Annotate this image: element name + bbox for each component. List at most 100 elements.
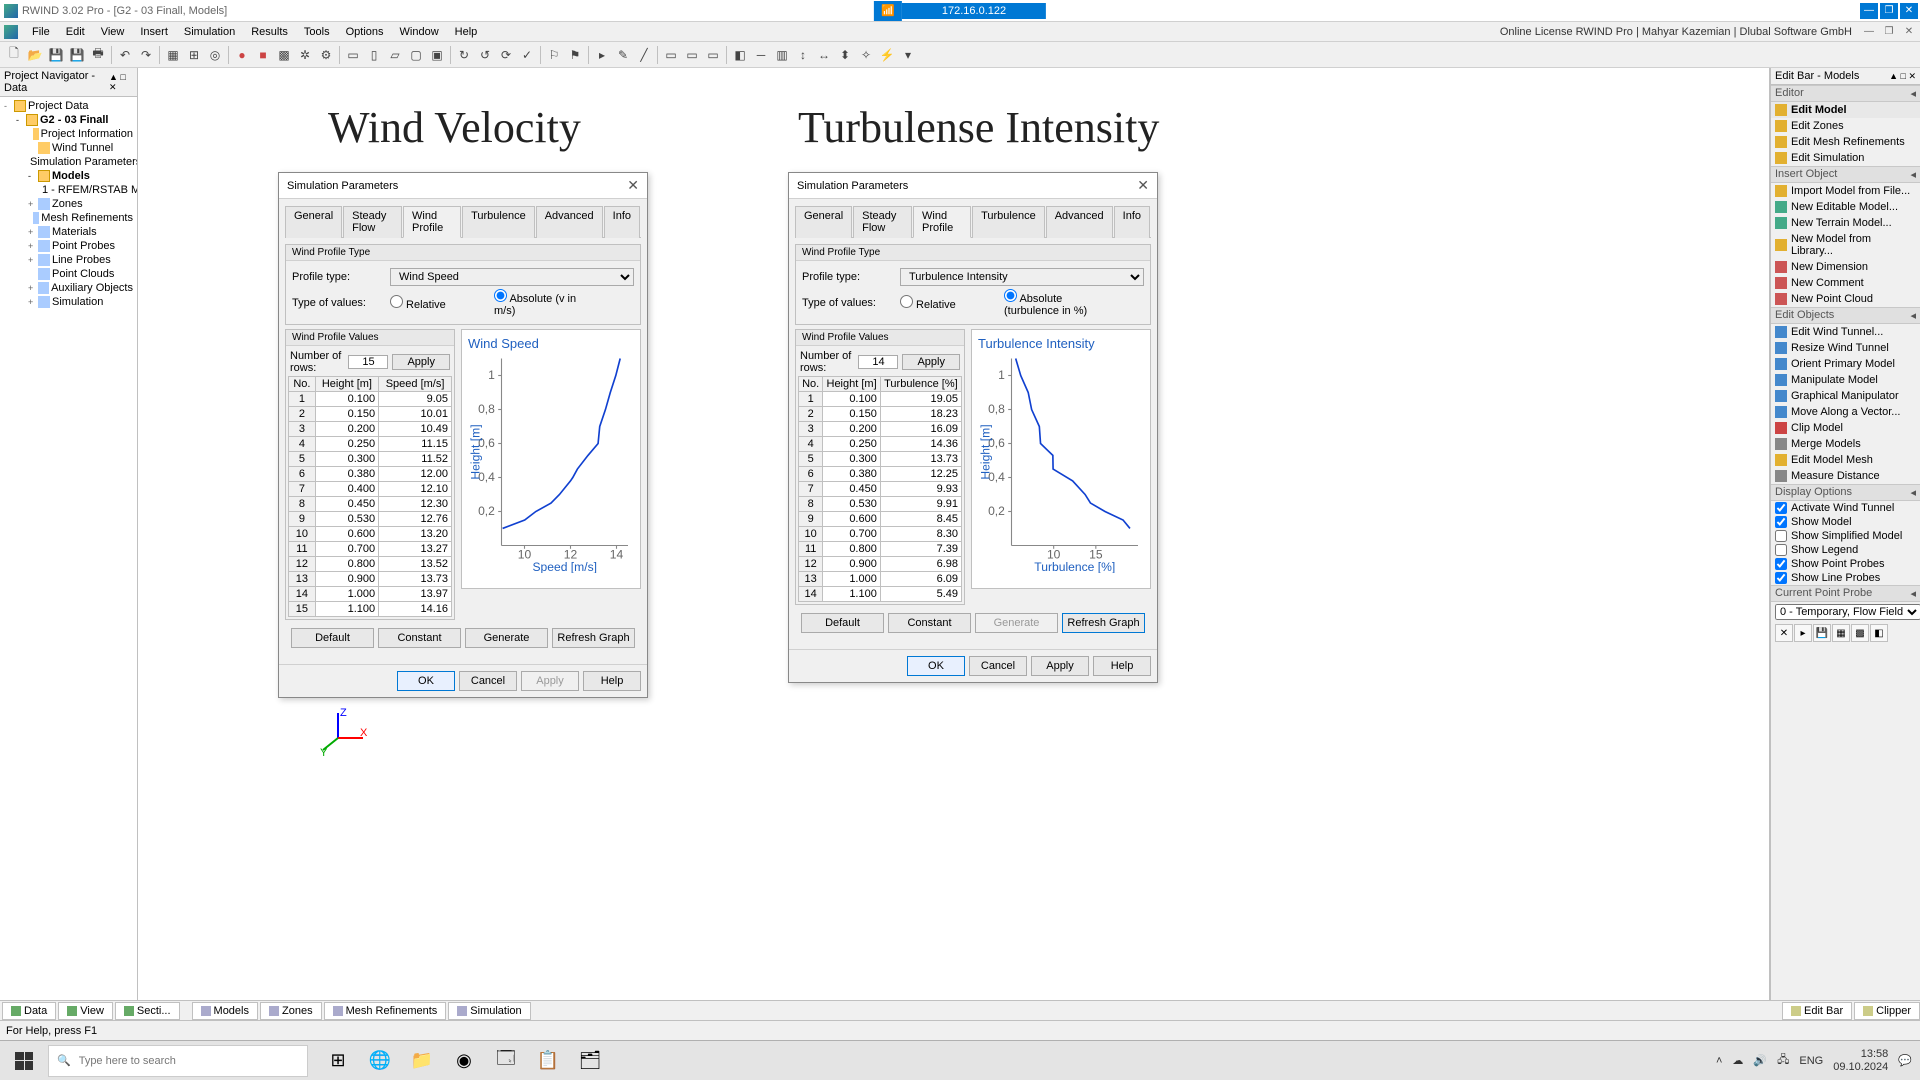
menu-results[interactable]: Results	[243, 24, 296, 40]
editbar-section[interactable]: Editor◂	[1771, 85, 1920, 102]
tree-item[interactable]: 1 - RFEM/RSTAB Mo	[2, 183, 135, 197]
bottom-tab[interactable]: Models	[192, 1002, 258, 1020]
editbar-ctl[interactable]: ▲ □ ✕	[1889, 71, 1916, 82]
rotate1-icon[interactable]: ↻	[454, 45, 474, 65]
dlg-foot-cancel[interactable]: Cancel	[969, 656, 1027, 676]
cursor-icon[interactable]: ▸	[592, 45, 612, 65]
rec-icon[interactable]: ●	[232, 45, 252, 65]
editbar-item[interactable]: Edit Model	[1771, 102, 1920, 118]
editbar-item[interactable]: New Dimension	[1771, 259, 1920, 275]
saveall-icon[interactable]: 💾	[67, 45, 87, 65]
nav-tree[interactable]: -Project Data-G2 - 03 FinallProject Info…	[0, 97, 137, 1038]
dlg-btn-constant[interactable]: Constant	[888, 613, 971, 633]
dlg-btn-default[interactable]: Default	[801, 613, 884, 633]
editbar-item[interactable]: Edit Simulation	[1771, 150, 1920, 166]
probe-tool-icon[interactable]: ▸	[1794, 624, 1812, 642]
app3-icon[interactable]: 🗂	[570, 1041, 610, 1081]
data-table[interactable]: No.Height [m]Turbulence [%]10.10019.0520…	[798, 376, 962, 602]
menu-simulation[interactable]: Simulation	[176, 24, 243, 40]
view1-icon[interactable]: ▭	[343, 45, 363, 65]
editbar-section[interactable]: Display Options◂	[1771, 484, 1920, 501]
editbar-section[interactable]: Current Point Probe◂	[1771, 585, 1920, 602]
bottom-tab[interactable]: Secti...	[115, 1002, 180, 1020]
edge-icon[interactable]: 🌐	[360, 1041, 400, 1081]
data-table[interactable]: No.Height [m]Speed [m/s]10.1009.0520.150…	[288, 376, 452, 617]
dlg-tab[interactable]: Advanced	[1046, 206, 1113, 238]
dlg-foot-ok[interactable]: OK	[907, 656, 965, 676]
mdi-minimize-button[interactable]: —	[1860, 3, 1878, 19]
view4-icon[interactable]: ▢	[406, 45, 426, 65]
print-icon[interactable]: 🖶	[88, 45, 108, 65]
dlg-tab[interactable]: Info	[604, 206, 640, 238]
probe-tool-icon[interactable]: 💾	[1813, 624, 1831, 642]
redo-icon[interactable]: ↷	[136, 45, 156, 65]
misc1-icon[interactable]: ◧	[730, 45, 750, 65]
menu-view[interactable]: View	[93, 24, 133, 40]
tree-item[interactable]: Wind Tunnel	[2, 141, 135, 155]
sel3-icon[interactable]: ▭	[703, 45, 723, 65]
new-icon[interactable]: 🗋	[4, 45, 24, 65]
dlg-tab[interactable]: Steady Flow	[343, 206, 402, 238]
radio-relative[interactable]	[390, 295, 403, 308]
taskbar-search[interactable]: 🔍 Type here to search	[48, 1045, 308, 1077]
system-tray[interactable]: ˄ ☁ 🔊 🖧 ENG 13:58 09.10.2024 💬	[1716, 1048, 1920, 1072]
tree-item[interactable]: +Materials	[2, 225, 135, 239]
dlg-tab[interactable]: General	[795, 206, 852, 238]
editbar-item[interactable]: Move Along a Vector...	[1771, 404, 1920, 420]
pen-icon[interactable]: ✎	[613, 45, 633, 65]
tree-item[interactable]: +Zones	[2, 197, 135, 211]
check-icon[interactable]: ✓	[517, 45, 537, 65]
dlg-tab[interactable]: Wind Profile	[403, 206, 461, 238]
tray-network-icon[interactable]: 🖧	[1777, 1051, 1789, 1070]
sel1-icon[interactable]: ▭	[661, 45, 681, 65]
bottom-tab[interactable]: Edit Bar	[1782, 1002, 1852, 1020]
editbar-check[interactable]: Show Model	[1771, 515, 1920, 529]
tree-item[interactable]: Point Clouds	[2, 267, 135, 281]
bottom-tab[interactable]: Zones	[260, 1002, 322, 1020]
app1-icon[interactable]: 🗔	[486, 1041, 526, 1081]
viewport[interactable]: Wind Velocity Turbulense Intensity Simul…	[138, 68, 1770, 1052]
task-view-icon[interactable]: ⊞	[318, 1041, 358, 1081]
editbar-section[interactable]: Edit Objects◂	[1771, 307, 1920, 324]
editbar-item[interactable]: Orient Primary Model	[1771, 356, 1920, 372]
undo-icon[interactable]: ↶	[115, 45, 135, 65]
bottom-tab[interactable]: Mesh Refinements	[324, 1002, 447, 1020]
menu-file[interactable]: File	[24, 24, 58, 40]
rotate2-icon[interactable]: ↺	[475, 45, 495, 65]
editbar-item[interactable]: Merge Models	[1771, 436, 1920, 452]
tray-volume-icon[interactable]: 🔊	[1753, 1054, 1767, 1067]
dlg-tab[interactable]: Wind Profile	[913, 206, 971, 238]
rows-input[interactable]	[858, 355, 898, 369]
tree-item[interactable]: Simulation Parameters	[2, 155, 135, 169]
chrome-icon[interactable]: ◉	[444, 1041, 484, 1081]
flag-icon[interactable]: ⚐	[544, 45, 564, 65]
bottom-tab[interactable]: View	[58, 1002, 113, 1020]
editbar-check[interactable]: Show Legend	[1771, 543, 1920, 557]
dlg-foot-apply[interactable]: Apply	[521, 671, 579, 691]
radio-absolute[interactable]	[1004, 289, 1017, 302]
view3-icon[interactable]: ▱	[385, 45, 405, 65]
misc4-icon[interactable]: ↕	[793, 45, 813, 65]
radio-relative[interactable]	[900, 295, 913, 308]
misc6-icon[interactable]: ⬍	[835, 45, 855, 65]
tree-item[interactable]: -Models	[2, 169, 135, 183]
apply-rows-button[interactable]: Apply	[902, 354, 960, 370]
profile-type-select[interactable]: Turbulence Intensity	[900, 268, 1144, 286]
dlg-btn-constant[interactable]: Constant	[378, 628, 461, 648]
point-probe-select[interactable]: 0 - Temporary, Flow Field	[1775, 604, 1920, 620]
dlg-foot-ok[interactable]: OK	[397, 671, 455, 691]
editbar-item[interactable]: Import Model from File...	[1771, 183, 1920, 199]
snap-icon[interactable]: ⊞	[184, 45, 204, 65]
probe-tool-icon[interactable]: ✕	[1775, 624, 1793, 642]
editbar-item[interactable]: Graphical Manipulator	[1771, 388, 1920, 404]
editbar-item[interactable]: Edit Mesh Refinements	[1771, 134, 1920, 150]
mdi-restore-button[interactable]: ❐	[1880, 3, 1898, 19]
tree-item[interactable]: -G2 - 03 Finall	[2, 113, 135, 127]
child-close-button[interactable]: ✕	[1902, 24, 1916, 40]
probe-tool-icon[interactable]: ◧	[1870, 624, 1888, 642]
tray-cloud-icon[interactable]: ☁	[1732, 1054, 1743, 1067]
gear-icon[interactable]: ⚙	[316, 45, 336, 65]
misc2-icon[interactable]: ─	[751, 45, 771, 65]
tree-item[interactable]: +Auxiliary Objects	[2, 281, 135, 295]
dlg-close-icon[interactable]: ✕	[1137, 177, 1149, 194]
